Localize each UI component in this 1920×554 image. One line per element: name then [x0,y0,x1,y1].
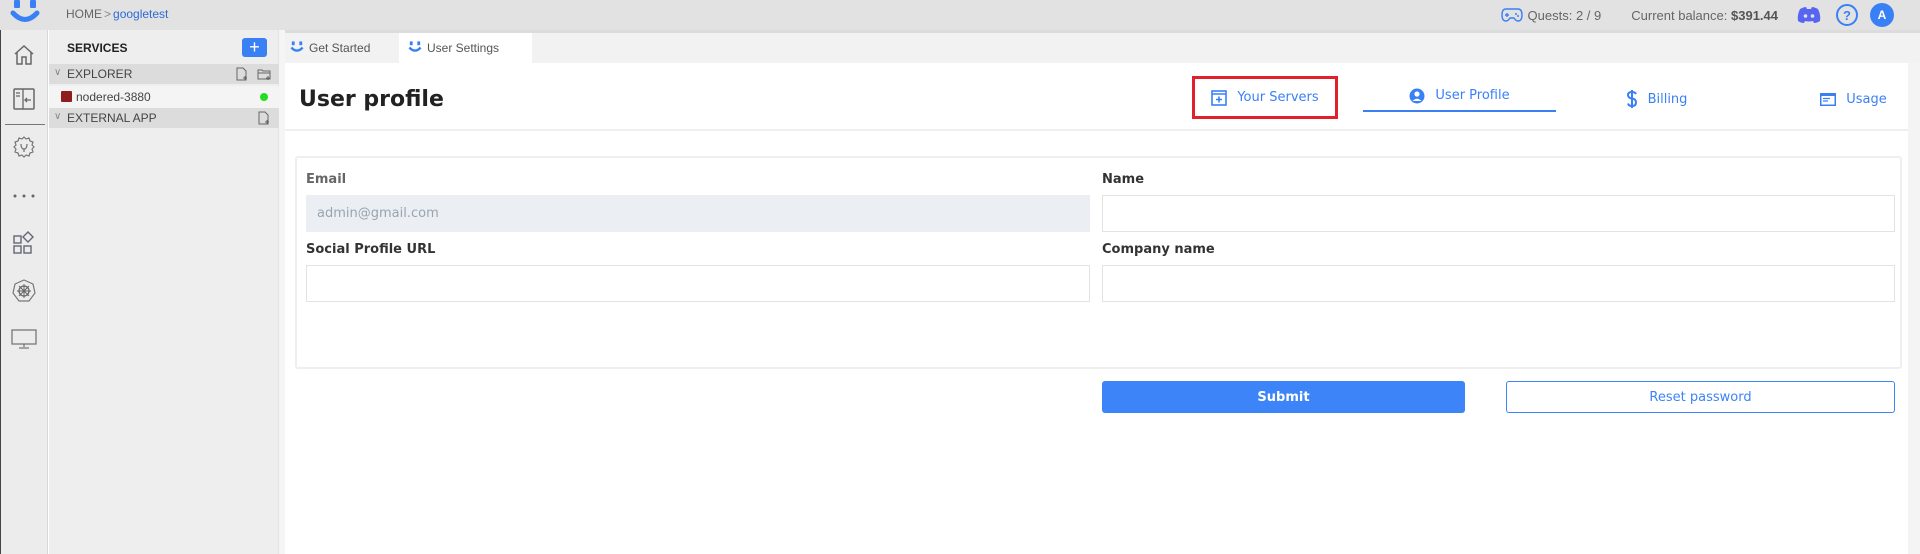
company-name-field[interactable] [1102,265,1895,302]
balance-label: Current balance: [1631,7,1728,23]
status-online-indicator [260,93,268,101]
collapse-panel-icon[interactable] [11,86,37,112]
nav-label: User Profile [1435,88,1510,103]
section-label: EXTERNAL APP [67,111,157,125]
main-scrollbar[interactable] [1908,63,1920,554]
nav-billing[interactable]: Billing [1560,81,1753,117]
rail-divider [5,124,45,125]
help-icon[interactable]: ? [1836,4,1858,26]
nav-label: Usage [1846,91,1887,107]
sidebar-header: SERVICES + [49,30,279,64]
home-icon[interactable] [11,42,37,68]
section-label: EXPLORER [67,67,133,81]
breadcrumb-home[interactable]: HOME [66,7,102,21]
sidebar-title: SERVICES [67,41,128,55]
nav-label: Billing [1647,91,1688,107]
quests-counter[interactable]: Quests: 2 / 9 [1500,7,1602,23]
new-folder-icon[interactable] [257,67,271,81]
tab-get-started[interactable]: Get Started [285,33,398,63]
dollar-icon [1626,90,1637,108]
balance-value: $391.44 [1731,7,1778,23]
reset-password-button[interactable]: Reset password [1506,381,1895,413]
nav-label: Your Servers [1237,90,1319,105]
discord-icon[interactable] [1796,6,1822,24]
new-file-icon[interactable] [235,67,249,81]
app-logo-icon [408,41,422,52]
servers-icon [1211,89,1228,106]
service-label: nodered-3880 [76,90,151,104]
editor-tab-bar: Get Started User Settings [285,30,1920,63]
nodered-icon [61,91,72,102]
top-bar: HOME > googletest Quests: 2 / 9 Current ba… [0,0,1920,30]
service-item[interactable]: nodered-3880 [49,86,279,108]
services-sidebar: SERVICES + ∨ EXPLORER nodered-3880 ∨ EXT… [49,30,285,554]
app-logo-icon[interactable] [8,0,42,28]
nav-usage[interactable]: Usage [1757,81,1920,117]
social-profile-label: Social Profile URL [306,242,436,257]
sidebar-section-explorer[interactable]: ∨ EXPLORER [49,64,279,84]
name-label: Name [1102,172,1145,187]
user-avatar[interactable]: A [1870,3,1894,27]
nav-user-profile[interactable]: User Profile [1363,81,1556,112]
quests-label: Quests: 2 / 9 [1527,7,1602,23]
usage-icon [1820,92,1837,106]
new-file-icon[interactable] [257,111,271,125]
tab-user-settings[interactable]: User Settings [399,33,532,63]
company-name-label: Company name [1102,242,1215,257]
apps-icon[interactable] [11,230,37,256]
add-service-button[interactable]: + [242,38,267,57]
tab-label: User Settings [427,41,500,55]
breadcrumb-current[interactable]: googletest [113,7,168,21]
social-profile-url-field[interactable] [306,265,1090,302]
profile-form: Email Name Social Profile URL Company na… [295,156,1902,413]
breadcrumb-separator: > [104,7,112,21]
monitor-icon[interactable] [11,326,37,352]
sidebar-section-external-app[interactable]: ∨ EXTERNAL APP [49,108,279,128]
breadcrumb: HOME > googletest [66,7,168,21]
email-field[interactable] [306,195,1090,232]
chevron-down-icon: ∨ [54,67,62,78]
page-title: User profile [299,87,444,112]
chevron-down-icon: ∨ [54,111,62,122]
user-settings-page: User profile Your Servers User Profile B… [285,63,1908,554]
header-divider [285,129,1908,131]
app-logo-icon [290,41,304,52]
tab-label: Get Started [309,41,371,55]
nav-your-servers[interactable]: Your Servers [1192,76,1338,119]
more-icon[interactable] [11,183,37,209]
email-label: Email [306,172,347,187]
name-field[interactable] [1102,195,1895,232]
activity-bar [0,30,48,554]
balance: Current balance: $391.44 [1631,8,1778,23]
user-circle-icon [1409,88,1425,103]
gamepad-icon [1500,8,1523,22]
submit-button[interactable]: Submit [1102,381,1465,413]
kubernetes-icon[interactable] [11,278,37,304]
settings-gear-icon[interactable] [11,134,37,160]
top-right-controls: Quests: 2 / 9 Current balance: $391.44 ?… [1500,0,1920,30]
